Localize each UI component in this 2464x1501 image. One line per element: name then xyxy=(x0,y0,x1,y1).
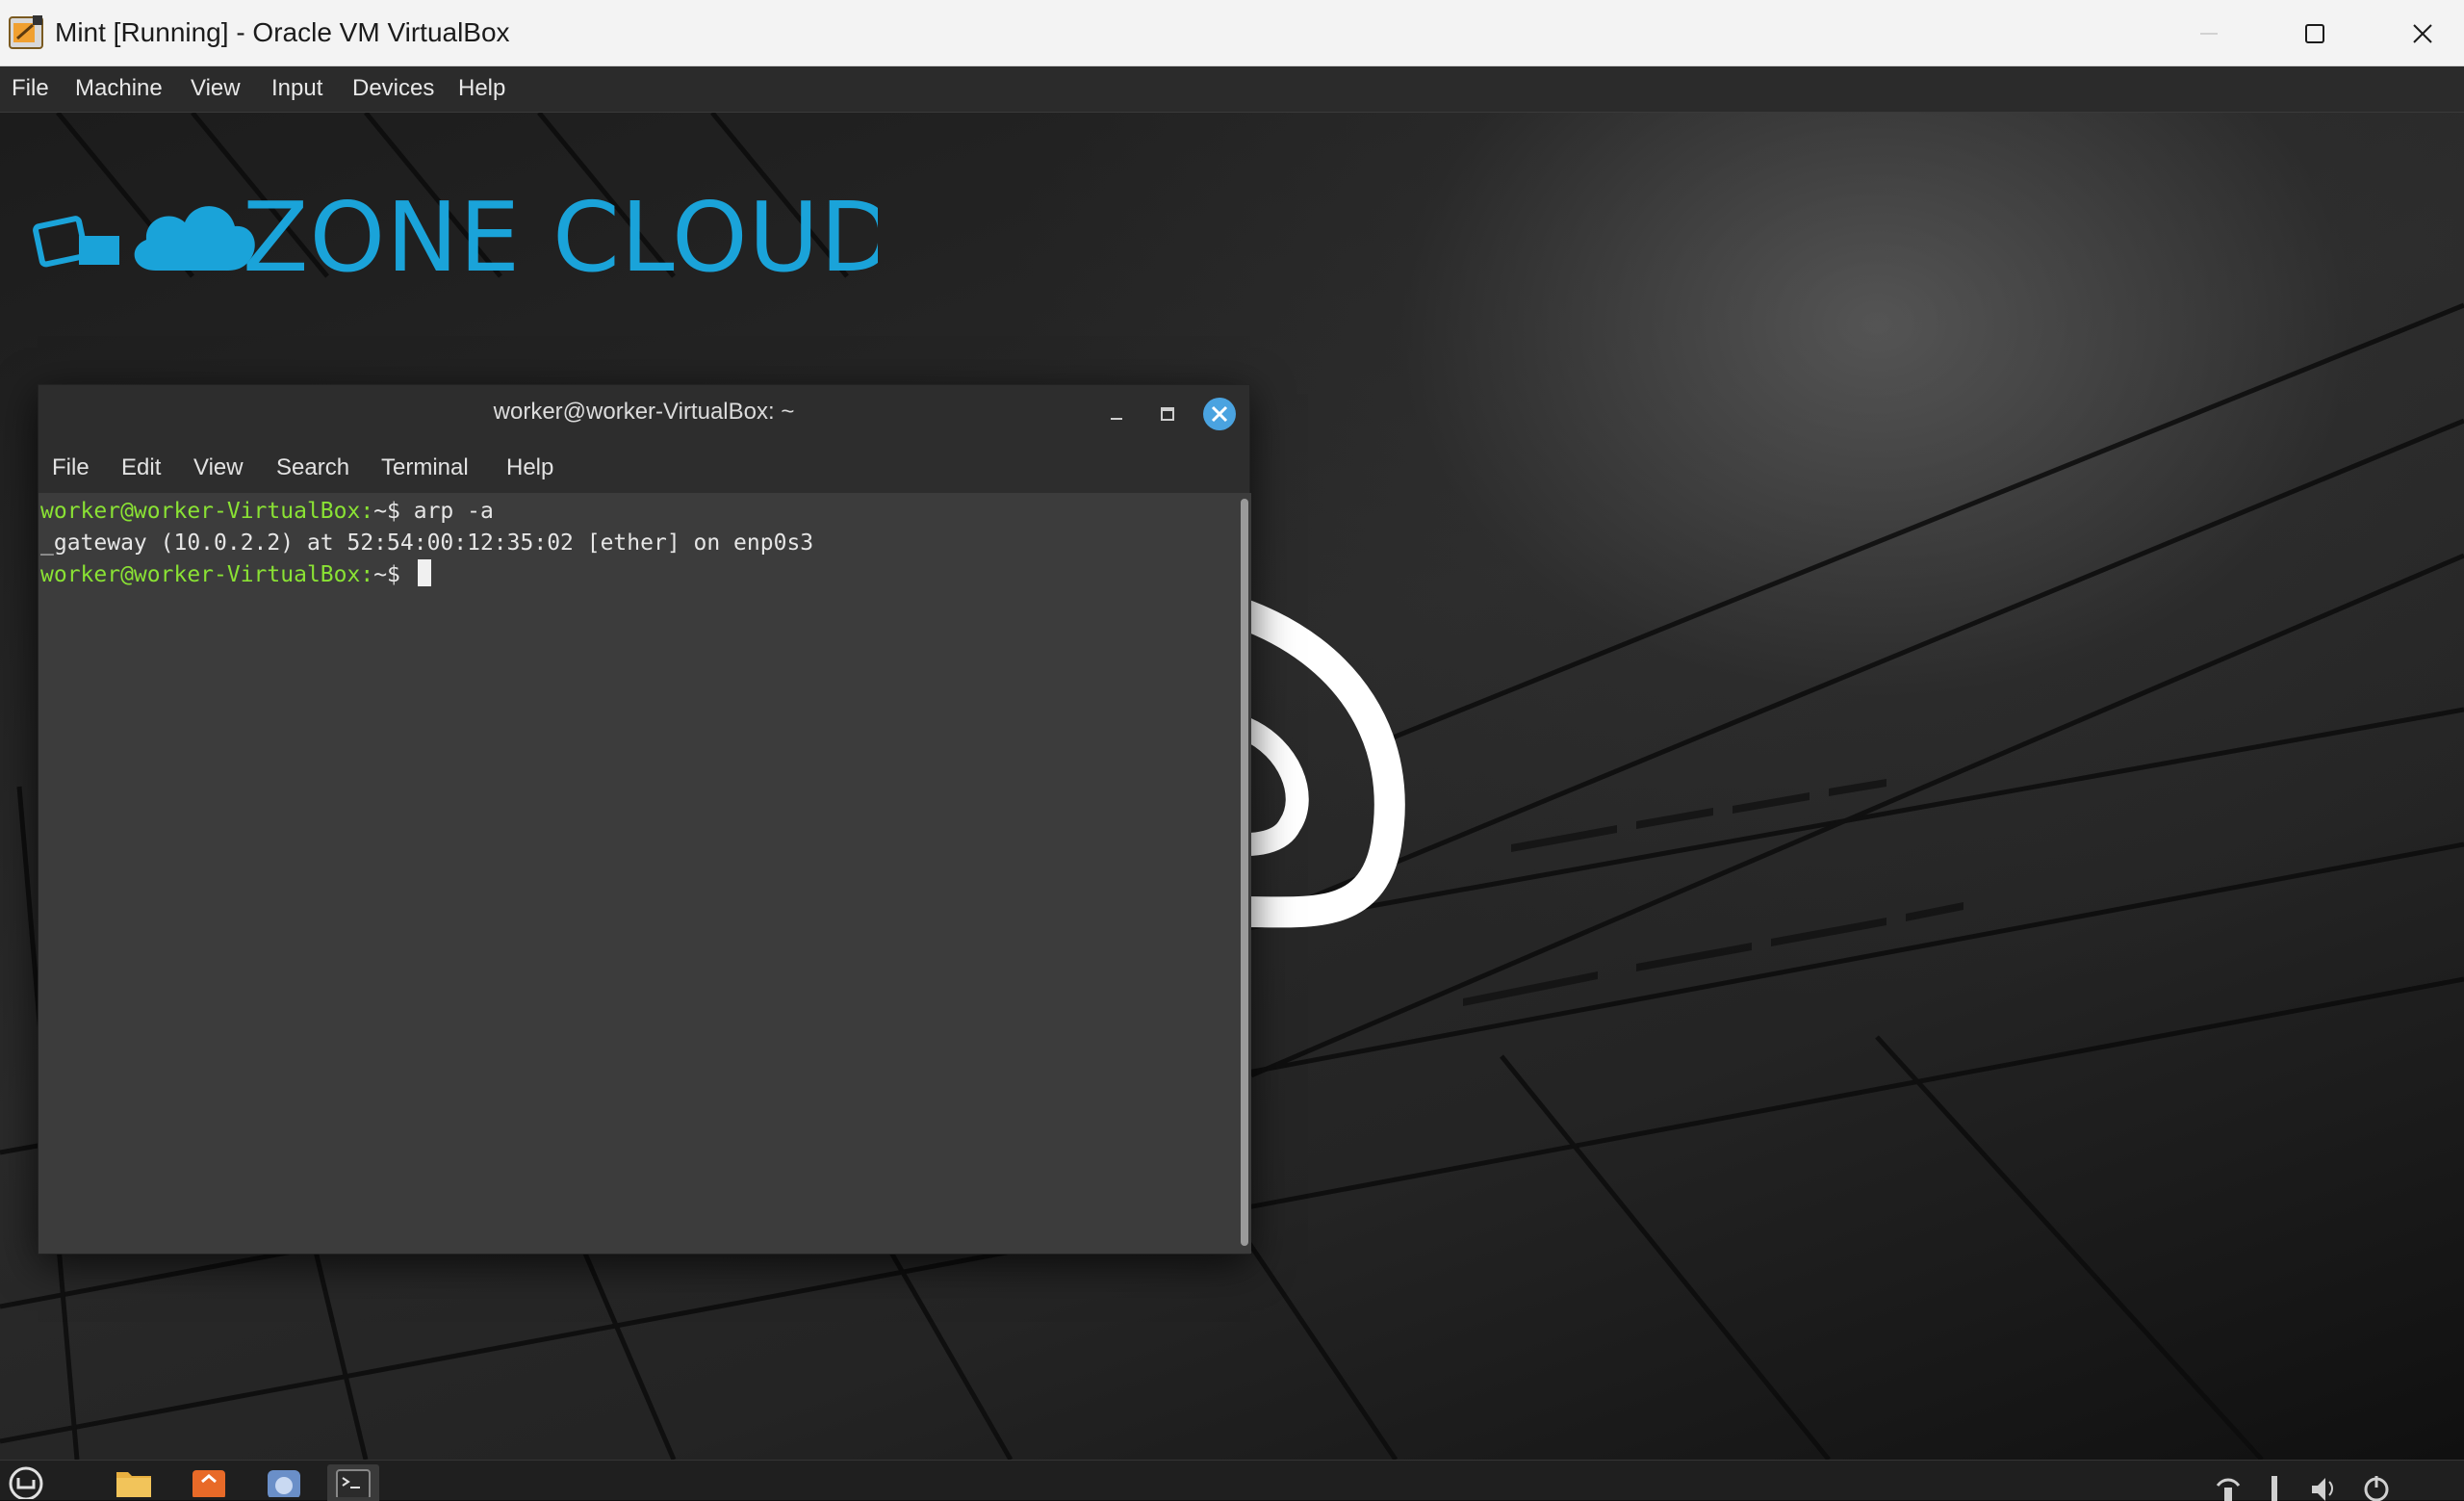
taskbar-files-launcher[interactable] xyxy=(108,1464,160,1501)
terminal-prompt: worker@worker-VirtualBox: xyxy=(40,562,374,587)
terminal-menu-terminal[interactable]: Terminal xyxy=(381,454,469,481)
terminal-scroll-thumb[interactable] xyxy=(1241,499,1248,1246)
terminal-output[interactable]: worker@worker-VirtualBox:~$ arp -a _gatew… xyxy=(38,493,1238,1254)
terminal-scrollbar[interactable] xyxy=(1238,493,1251,1254)
network-icon[interactable] xyxy=(2214,1472,2243,1501)
mint-wallpaper-logo xyxy=(1236,598,1405,928)
host-titlebar: Mint [Running] - Oracle VM VirtualBox xyxy=(0,0,2464,66)
vbox-menu-help[interactable]: Help xyxy=(458,74,505,103)
mint-menu-icon xyxy=(9,1466,43,1499)
vbox-menu-file[interactable]: File xyxy=(12,74,49,103)
virtualbox-app-icon xyxy=(9,15,43,49)
terminal-menubar: File Edit View Search Terminal Help xyxy=(38,441,1249,493)
host-minimize-button[interactable] xyxy=(2156,0,2262,66)
terminal-menu-help[interactable]: Help xyxy=(506,454,553,481)
taskbar-terminal-launcher[interactable] xyxy=(327,1464,379,1501)
desktop[interactable]: ZONE CLOUD worker@worker-VirtualBox: ~ F… xyxy=(0,113,2464,1460)
vbox-menu-input[interactable]: Input xyxy=(271,74,322,103)
terminal-prompt: worker@worker-VirtualBox: xyxy=(40,499,374,524)
terminal-menu-file[interactable]: File xyxy=(52,454,90,481)
host-window-title: Mint [Running] - Oracle VM VirtualBox xyxy=(55,17,510,47)
browser-icon xyxy=(268,1470,300,1497)
taskbar-menu-button[interactable] xyxy=(0,1464,52,1501)
maximize-icon xyxy=(1161,407,1174,421)
terminal-close-button[interactable] xyxy=(1201,396,1238,432)
host-close-button[interactable] xyxy=(2370,0,2464,66)
close-icon xyxy=(1203,398,1236,430)
terminal-titlebar[interactable]: worker@worker-VirtualBox: ~ xyxy=(38,385,1249,441)
volume-icon[interactable] xyxy=(2308,1472,2337,1501)
terminal-title: worker@worker-VirtualBox: ~ xyxy=(493,399,795,425)
software-manager-icon xyxy=(192,1470,225,1497)
close-icon xyxy=(2413,23,2432,43)
zone-cloud-watermark-logo: ZONE CLOUD xyxy=(33,181,878,286)
vbox-menu-view[interactable]: View xyxy=(191,74,241,103)
vbox-menu-machine[interactable]: Machine xyxy=(75,74,163,103)
terminal-line: worker@worker-VirtualBox:~$ xyxy=(40,559,1238,591)
terminal-output-text: _gateway (10.0.2.2) at 52:54:00:12:35:02… xyxy=(40,531,814,556)
taskbar-browser-launcher[interactable] xyxy=(258,1464,310,1501)
updates-icon[interactable] xyxy=(2268,1472,2281,1501)
taskbar xyxy=(0,1460,2464,1501)
terminal-minimize-button[interactable] xyxy=(1100,398,1133,430)
terminal-window[interactable]: worker@worker-VirtualBox: ~ File Edit Vi… xyxy=(38,384,1251,1255)
power-icon[interactable] xyxy=(2362,1472,2391,1501)
terminal-menu-edit[interactable]: Edit xyxy=(121,454,161,481)
maximize-icon xyxy=(2305,23,2324,43)
watermark-text: ZONE CLOUD xyxy=(243,181,878,286)
vbox-menubar: File Machine View Input Devices Help xyxy=(0,66,2464,113)
vbox-menu-devices[interactable]: Devices xyxy=(352,74,434,103)
minimize-icon xyxy=(2200,32,2218,35)
folder-icon xyxy=(116,1472,151,1497)
terminal-line: _gateway (10.0.2.2) at 52:54:00:12:35:02… xyxy=(40,528,1238,559)
minimize-icon xyxy=(1111,418,1122,420)
host-maximize-button[interactable] xyxy=(2262,0,2368,66)
taskbar-software-manager-launcher[interactable] xyxy=(183,1464,235,1501)
terminal-command: ~$ xyxy=(373,562,414,587)
terminal-line: worker@worker-VirtualBox:~$ arp -a xyxy=(40,496,1238,528)
terminal-cursor xyxy=(417,559,431,586)
terminal-menu-search[interactable]: Search xyxy=(276,454,349,481)
terminal-menu-view[interactable]: View xyxy=(193,454,244,481)
terminal-command: ~$ arp -a xyxy=(373,499,494,524)
terminal-icon xyxy=(336,1469,371,1497)
terminal-maximize-button[interactable] xyxy=(1151,398,1184,430)
